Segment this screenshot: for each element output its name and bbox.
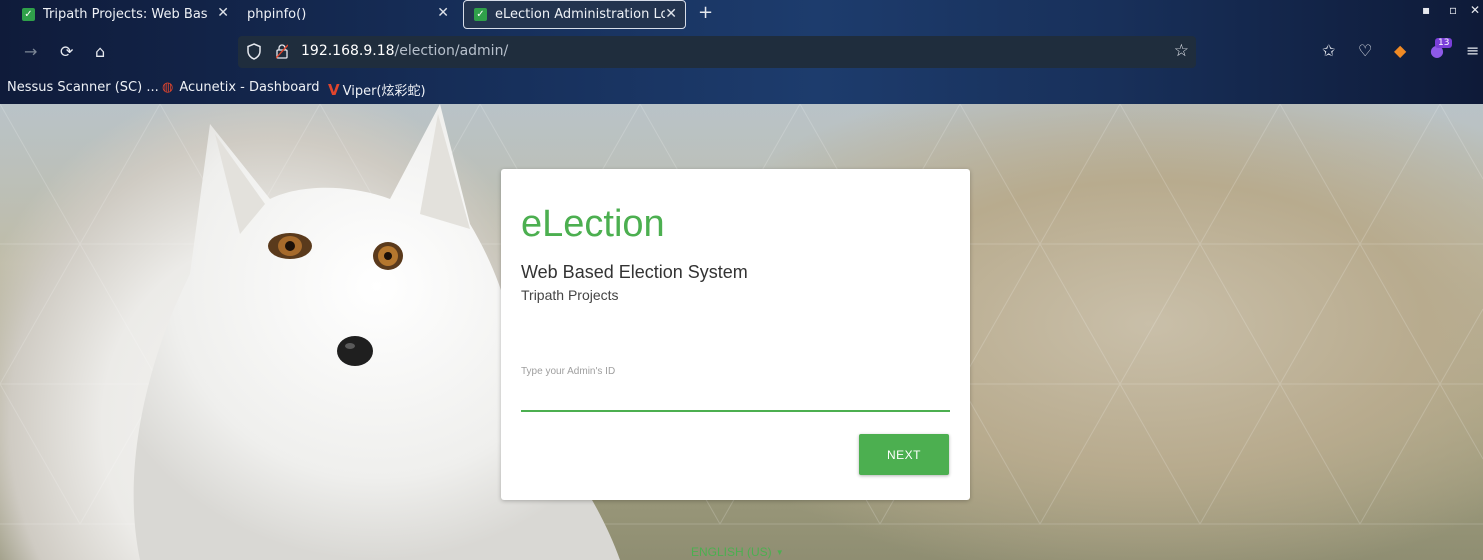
acunetix-icon: ◍ (162, 80, 174, 95)
admin-id-label: Type your Admin's ID (521, 366, 616, 377)
close-tab-icon[interactable]: ✕ (437, 5, 449, 21)
reload-icon[interactable]: ⟳ (60, 42, 73, 61)
login-card: eLection Web Based Election System Tripa… (501, 169, 970, 500)
url-text[interactable]: 192.168.9.18/election/admin/ (301, 43, 508, 59)
next-button[interactable]: NEXT (859, 434, 949, 475)
bookmark-nessus[interactable]: Nessus Scanner (SC) ... (7, 80, 159, 95)
caret-down-icon: ▼ (775, 548, 784, 558)
url-host: 192.168.9.18 (301, 43, 395, 59)
bookmark-star-icon[interactable]: ☆ (1174, 41, 1189, 61)
tracking-shield-icon[interactable] (247, 43, 261, 60)
viper-icon: V (328, 80, 340, 99)
minimize-icon[interactable]: ▪ (1422, 3, 1430, 17)
bookmark-viper[interactable]: V Viper(炫彩蛇) (328, 80, 426, 100)
app-subtitle: Web Based Election System (521, 262, 748, 282)
forward-icon[interactable]: → (24, 42, 37, 61)
extension-badge: 13 (1435, 38, 1453, 48)
close-window-icon[interactable]: ✕ (1470, 3, 1480, 17)
bookmark-label: Acunetix - Dashboard (179, 80, 320, 95)
home-icon[interactable]: ⌂ (95, 42, 105, 61)
organization-name: Tripath Projects (521, 287, 619, 303)
navigation-bar: → ⟳ ⌂ 192.168.9.18/election/admin/ ☆ ✩ ♡… (0, 34, 1483, 70)
bookmark-acunetix[interactable]: ◍ Acunetix - Dashboard (162, 80, 320, 95)
close-tab-icon[interactable]: ✕ (217, 5, 229, 21)
bookmark-label: Viper(炫彩蛇) (342, 84, 426, 99)
tab-phpinfo[interactable]: phpinfo() ✕ (247, 0, 457, 28)
admin-id-input[interactable] (521, 382, 950, 412)
insecure-lock-icon[interactable] (276, 44, 288, 59)
pocket-icon[interactable]: ♡ (1358, 41, 1372, 60)
browser-chrome: ✓ Tripath Projects: Web Based ✕ phpinfo(… (0, 0, 1483, 104)
app-logo-text: eLection (521, 203, 665, 245)
reading-list-icon[interactable]: ✩ (1322, 41, 1335, 60)
tab-election-admin[interactable]: ✓ eLection Administration Login ✕ (463, 0, 686, 29)
close-tab-icon[interactable]: ✕ (665, 6, 677, 22)
url-path: /election/admin/ (394, 43, 509, 59)
language-selector[interactable]: ENGLISH (US) ▼ (691, 545, 784, 559)
tab-strip: ✓ Tripath Projects: Web Based ✕ phpinfo(… (0, 0, 1483, 30)
favicon-check-icon: ✓ (474, 8, 487, 21)
bookmark-label: Nessus Scanner (SC) ... (7, 80, 159, 95)
language-label: ENGLISH (US) (691, 545, 772, 559)
maximize-icon[interactable]: ▫ (1449, 3, 1457, 17)
url-bar[interactable]: 192.168.9.18/election/admin/ ☆ (238, 36, 1196, 68)
menu-icon[interactable]: ≡ (1466, 41, 1479, 60)
tab-title: Tripath Projects: Web Based (43, 6, 208, 22)
tab-title: phpinfo() (247, 6, 307, 22)
tab-title: eLection Administration Login (495, 7, 665, 22)
bookmarks-bar: Nessus Scanner (SC) ... ◍ Acunetix - Das… (0, 76, 1483, 100)
extension-fox-icon[interactable]: ◆ (1394, 41, 1406, 60)
tab-tripath-projects[interactable]: ✓ Tripath Projects: Web Based ✕ (22, 0, 237, 28)
login-page-background: eLection Web Based Election System Tripa… (0, 104, 1483, 560)
favicon-check-icon: ✓ (22, 7, 35, 21)
new-tab-button[interactable]: + (698, 2, 713, 23)
